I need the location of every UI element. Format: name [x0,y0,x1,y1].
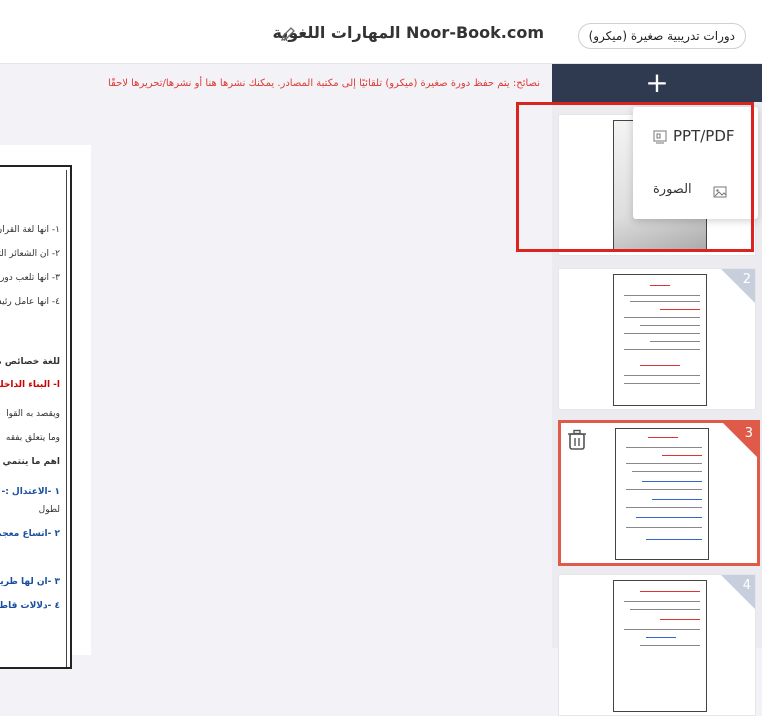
slide-number: 4 [742,578,751,593]
presentation-icon [653,130,667,144]
slide-preview-image [613,274,707,406]
tip-text: نصائح: يتم حفظ دورة صغيرة (ميكرو) تلقائي… [107,78,540,89]
slide-thumbnail-3[interactable]: 3 [558,420,760,566]
slide-preview-image [615,428,709,560]
menu-item-label: PPT/PDF [673,127,735,145]
slide-number: 2 [742,272,751,287]
add-content-menu: PPT/PDF الصورة [633,107,758,219]
image-icon [713,186,727,198]
top-bar: دورات تدريبية صغيرة (ميكرو) Noor-Book.co… [0,0,762,64]
doc-line: ٣ -أن لها طريقة [0,577,60,587]
slide-thumbnail-2[interactable]: 2 [558,268,756,410]
course-type-badge[interactable]: دورات تدريبية صغيرة (ميكرو) [577,23,746,49]
menu-item-label: الصورة [653,182,692,197]
doc-line: ٢ -اتساع معجمها [0,529,60,539]
doc-line: أهم ما ينتمي [2,457,60,467]
doc-line: ويقصد به القوا [6,409,60,419]
slide-number: 3 [744,426,753,441]
add-slide-button[interactable]: + [552,64,762,102]
trash-icon[interactable] [567,429,587,451]
doc-line: أ- البناء الداخلي [0,380,60,390]
menu-item-ppt-pdf[interactable]: PPT/PDF [633,117,758,157]
doc-line: ٤- أنها عامل رئيس [0,297,60,307]
slide-thumbnail-4[interactable]: 4 [558,574,756,716]
document-page: ١- أنها لغة القرآن ٢- أن الشعائر التعب ٣… [0,165,72,669]
document-title: Noor-Book.com المهارات اللغوية [272,23,544,42]
menu-item-image[interactable]: الصورة [633,172,758,212]
plus-icon: + [645,66,669,99]
doc-line: ٤ -دلالات قاطعة [0,601,60,611]
doc-line: للغة خصائص متعد [0,357,60,367]
doc-line: وما يتعلق بفقه [5,433,60,443]
doc-line: ١ -الاعتدال :- [1,487,60,497]
pencil-icon[interactable] [280,26,296,42]
doc-line: ٢- أن الشعائر التعب [0,249,60,259]
slide-preview-image [613,580,707,712]
doc-line: ٣- أنها تلعب دورا [0,273,60,283]
doc-line: ١- أنها لغة القرآن [0,225,60,235]
doc-line: لطول [38,505,60,515]
document-preview: ١- أنها لغة القرآن ٢- أن الشعائر التعب ٣… [0,145,91,669]
